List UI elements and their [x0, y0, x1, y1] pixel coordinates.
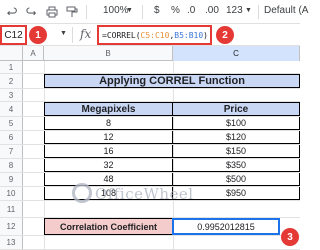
column-header-c[interactable]: C: [173, 46, 300, 61]
row-number[interactable]: 6: [0, 131, 23, 144]
megapixels-cell[interactable]: 8: [44, 117, 173, 130]
table-row: 8 32 $350: [0, 159, 300, 173]
row-number[interactable]: 7: [0, 145, 23, 158]
officewheel-logo-icon: [72, 183, 92, 203]
increase-decimal-button[interactable]: .00: [205, 5, 219, 16]
chevron-down-icon[interactable]: ▼: [60, 30, 67, 37]
column-header-bar: A B C: [0, 46, 300, 61]
percent-format-button[interactable]: %: [171, 5, 180, 16]
select-all-corner[interactable]: [0, 46, 23, 61]
annotation-badge-2: 2: [216, 26, 234, 44]
row-number[interactable]: 12: [0, 218, 23, 235]
sheet-row: 12 Correlation Coefficient 0.9952012815: [0, 218, 300, 236]
row-number[interactable]: 8: [0, 159, 23, 172]
row-number[interactable]: 9: [0, 173, 23, 186]
toolbar-divider: [86, 5, 87, 19]
price-cell[interactable]: $100: [172, 117, 300, 130]
row-number[interactable]: 2: [0, 74, 23, 88]
formula-function: =CORREL(: [102, 30, 141, 40]
megapixels-cell[interactable]: 32: [44, 159, 173, 172]
table-row: 7 16 $150: [0, 145, 300, 159]
sheet-row: 11: [0, 201, 300, 218]
row-number[interactable]: 11: [0, 201, 23, 217]
header-megapixels[interactable]: Megapixels: [44, 102, 173, 116]
watermark: OfficeWheel: [95, 185, 194, 203]
toolbar-divider: [142, 5, 143, 19]
redo-icon[interactable]: [24, 4, 40, 20]
megapixels-cell[interactable]: 16: [44, 145, 173, 158]
correlation-label[interactable]: Correlation Coefficient: [44, 218, 173, 235]
number-format-select[interactable]: 123: [226, 5, 243, 16]
table-row: 5 8 $100: [0, 117, 300, 131]
row-number[interactable]: 10: [0, 187, 23, 200]
toolbar-divider: [258, 5, 259, 19]
sheet-row: 3: [0, 89, 300, 102]
price-cell[interactable]: $350: [172, 159, 300, 172]
chevron-down-icon[interactable]: ▼: [126, 7, 133, 14]
header-price[interactable]: Price: [172, 102, 300, 116]
formula-range-price: C5:C10: [140, 30, 170, 40]
chevron-down-icon[interactable]: ▼: [245, 7, 252, 14]
table-row: 6 12 $120: [0, 131, 300, 145]
fx-icon: fx: [80, 27, 92, 41]
toolbar: 100% ▼ $ % .0 .00 123 ▼ Default (A: [0, 0, 308, 24]
annotation-badge-1: 1: [29, 26, 47, 44]
name-box[interactable]: C12: [0, 25, 27, 45]
column-header-a[interactable]: A: [23, 46, 44, 61]
column-header-b[interactable]: B: [44, 46, 173, 61]
formula-close: ): [203, 30, 208, 40]
sheet-row: 2 Applying CORREL Function: [0, 74, 300, 89]
formula-input[interactable]: =CORREL(C5:C10, B5:B10): [97, 25, 212, 45]
row-number[interactable]: 1: [0, 61, 23, 73]
paint-format-icon[interactable]: [64, 4, 80, 20]
sheet-row: 13: [0, 236, 300, 250]
table-title[interactable]: Applying CORREL Function: [44, 74, 300, 88]
formula-range-megapixels: B5:B10: [174, 30, 204, 40]
decrease-decimal-button[interactable]: .0: [187, 5, 195, 16]
correlation-value[interactable]: 0.9952012815: [172, 218, 280, 235]
zoom-select[interactable]: 100%: [103, 5, 129, 16]
row-number[interactable]: 5: [0, 117, 23, 130]
price-cell[interactable]: $120: [172, 131, 300, 144]
row-number[interactable]: 13: [0, 236, 23, 249]
undo-icon[interactable]: [4, 4, 20, 20]
print-icon[interactable]: [44, 4, 60, 20]
megapixels-cell[interactable]: 12: [44, 131, 173, 144]
row-number[interactable]: 4: [0, 102, 23, 116]
formula-divider: [72, 27, 73, 43]
font-select[interactable]: Default (A: [264, 5, 308, 16]
formula-bar: C12 1 ▼ fx =CORREL(C5:C10, B5:B10) 2: [0, 24, 300, 46]
sheet-row: 1: [0, 61, 300, 74]
annotation-badge-3: 3: [281, 228, 299, 246]
sheet-row: 4 Megapixels Price: [0, 102, 300, 117]
row-number[interactable]: 3: [0, 89, 23, 101]
currency-format-button[interactable]: $: [154, 5, 160, 16]
price-cell[interactable]: $150: [172, 145, 300, 158]
